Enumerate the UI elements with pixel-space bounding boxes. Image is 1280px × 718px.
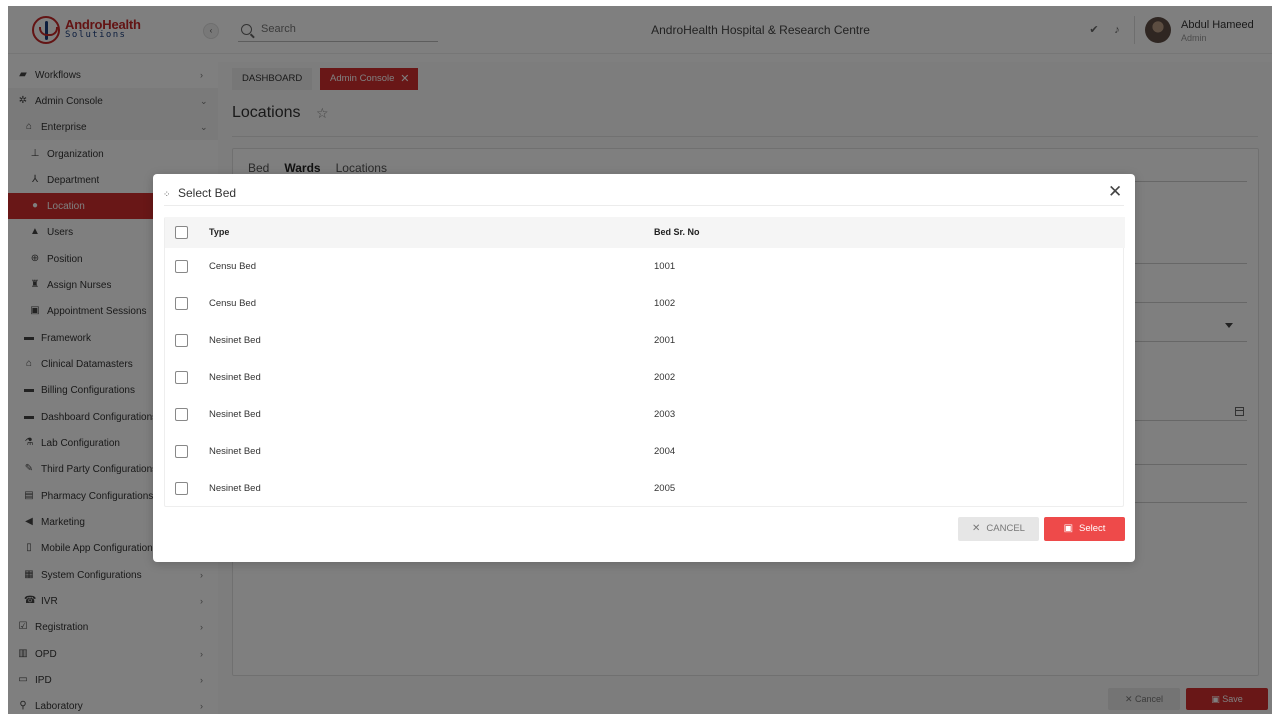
select-bed-dialog: ⁘ Select Bed ✕ Type Bed Sr. No Censu Bed…	[153, 174, 1135, 562]
divider	[164, 205, 1124, 206]
table-row[interactable]: Nesinet Bed 2003	[165, 396, 1125, 433]
row-checkbox[interactable]	[175, 334, 188, 347]
table-row[interactable]: Nesinet Bed 2001	[165, 322, 1125, 359]
table-row[interactable]: Nesinet Bed 2004	[165, 433, 1125, 470]
close-icon: ✕	[972, 523, 981, 534]
column-header-type[interactable]: Type	[209, 227, 229, 237]
row-checkbox[interactable]	[175, 260, 188, 273]
row-checkbox[interactable]	[175, 371, 188, 384]
column-header-bed-sr-no[interactable]: Bed Sr. No	[654, 227, 700, 237]
row-checkbox[interactable]	[175, 297, 188, 310]
row-checkbox[interactable]	[175, 482, 188, 495]
table-row[interactable]: Censu Bed 1002	[165, 285, 1125, 322]
grid-icon: ⁘	[163, 189, 171, 199]
table-header: Type Bed Sr. No	[165, 217, 1125, 248]
table-row[interactable]: Censu Bed 1001	[165, 248, 1125, 285]
row-checkbox[interactable]	[175, 408, 188, 421]
dialog-cancel-button[interactable]: ✕ CANCEL	[958, 517, 1039, 541]
dialog-title: Select Bed	[178, 186, 237, 200]
row-checkbox[interactable]	[175, 445, 188, 458]
table-row[interactable]: Nesinet Bed 2002	[165, 359, 1125, 396]
table-row[interactable]: Nesinet Bed 2005	[165, 470, 1125, 507]
bed-table: Type Bed Sr. No Censu Bed 1001 Censu Bed…	[164, 217, 1125, 507]
save-icon: ▣	[1063, 523, 1074, 534]
select-all-checkbox[interactable]	[175, 226, 188, 239]
close-icon[interactable]: ✕	[1108, 183, 1122, 201]
dialog-select-button[interactable]: ▣ Select	[1044, 517, 1125, 541]
